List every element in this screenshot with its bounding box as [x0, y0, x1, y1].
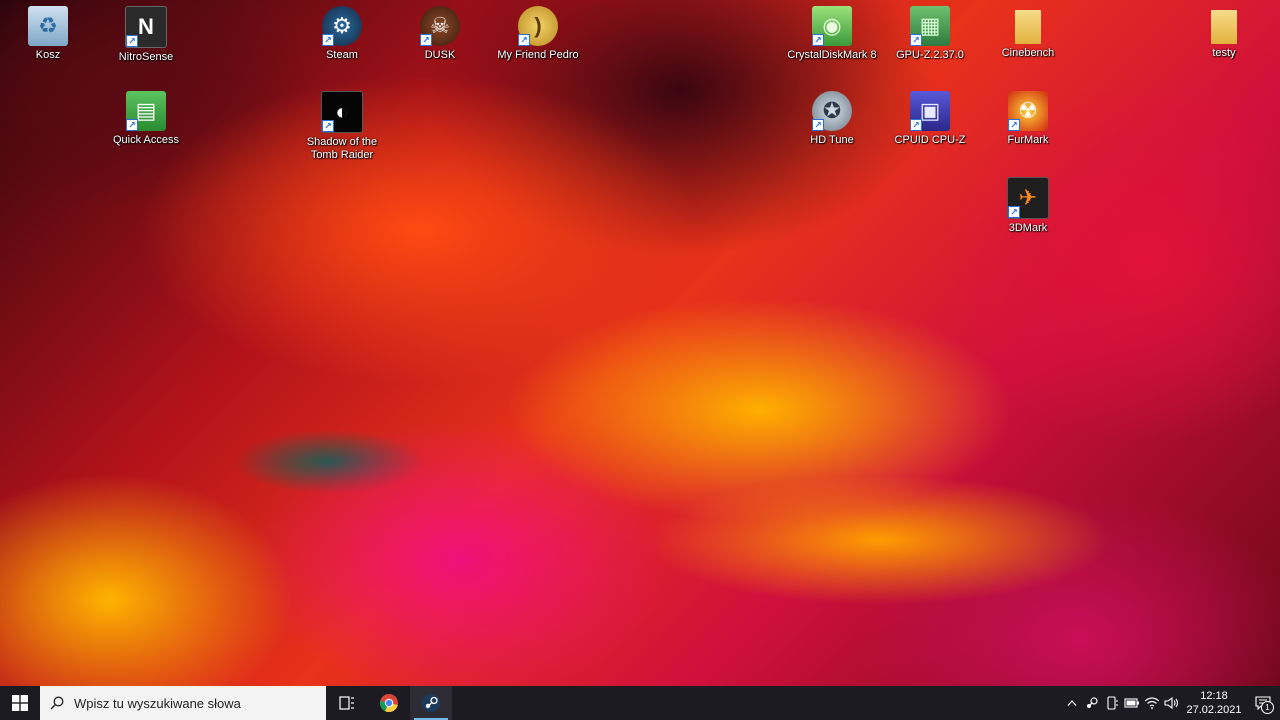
phone-device-icon	[1107, 696, 1118, 710]
desktop-icon-furmark[interactable]: ☢ ↗ FurMark	[980, 85, 1076, 169]
task-view-icon	[339, 696, 354, 710]
desktop-icon-label: Steam	[326, 49, 358, 61]
windows-logo-icon	[12, 695, 28, 711]
wifi-icon	[1144, 697, 1160, 709]
hd-tune-icon: ✪ ↗	[812, 91, 852, 131]
shortcut-arrow-icon: ↗	[1008, 119, 1020, 131]
desktop-icon-label: CrystalDiskMark 8	[787, 49, 877, 61]
desktop-icon-label: testy	[1212, 47, 1236, 59]
desktop-icon-label: 3DMark	[1008, 222, 1048, 234]
shortcut-arrow-icon: ↗	[812, 119, 824, 131]
shortcut-arrow-icon: ↗	[420, 34, 432, 46]
desktop-icon-label: NitroSense	[118, 51, 174, 63]
desktop-icon-steam[interactable]: ⚙ ↗ Steam	[294, 0, 390, 84]
dusk-icon: ☠ ↗	[420, 6, 460, 46]
desktop-icon-cinebench[interactable]: Cinebench	[980, 0, 1076, 84]
desktop-icon-crystaldiskmark[interactable]: ◉ ↗ CrystalDiskMark 8	[784, 0, 880, 84]
desktop-icon-nitrosense[interactable]: N ↗ NitroSense	[98, 0, 194, 84]
shortcut-arrow-icon: ↗	[322, 34, 334, 46]
desktop-icon-label: CPUID CPU-Z	[894, 134, 966, 146]
folder-icon	[1015, 10, 1041, 44]
folder-icon	[1211, 10, 1237, 44]
action-center-button[interactable]: 1	[1246, 686, 1280, 720]
shortcut-arrow-icon: ↗	[322, 120, 334, 132]
steam-icon	[422, 694, 440, 712]
desktop-icon-shadow-of-the-tomb-raider[interactable]: ◐ ↗ Shadow of the Tomb Raider	[294, 85, 390, 169]
tomb-raider-icon: ◐ ↗	[321, 91, 363, 133]
desktop-icon-label: FurMark	[1007, 134, 1049, 146]
desktop-icon-3dmark[interactable]: ✈ ↗ 3DMark	[980, 171, 1076, 255]
start-button[interactable]	[0, 686, 40, 720]
chrome-icon	[379, 694, 398, 713]
task-view-button[interactable]	[326, 686, 368, 720]
shortcut-arrow-icon: ↗	[910, 119, 922, 131]
shortcut-arrow-icon: ↗	[812, 34, 824, 46]
desktop-icon-hd-tune[interactable]: ✪ ↗ HD Tune	[784, 85, 880, 169]
shortcut-arrow-icon: ↗	[126, 35, 138, 47]
desktop-icon-label: Shadow of the Tomb Raider	[306, 136, 378, 161]
clock-date: 27.02.2021	[1186, 704, 1242, 716]
desktop-icon-recycle-bin[interactable]: ♻ Kosz	[0, 0, 96, 84]
taskbar-clock[interactable]: 12:18 27.02.2021	[1182, 686, 1246, 720]
tray-network-button[interactable]	[1142, 686, 1162, 720]
desktop-icon-testy[interactable]: testy	[1176, 0, 1272, 84]
nitrosense-icon: N ↗	[125, 6, 167, 48]
search-input[interactable]: Wpisz tu wyszukiwane słowa	[40, 686, 326, 720]
desktop-icon-label: Kosz	[35, 49, 61, 61]
recycle-bin-icon: ♻	[28, 6, 68, 46]
3dmark-icon: ✈ ↗	[1007, 177, 1049, 219]
show-hidden-icons-button[interactable]	[1062, 686, 1082, 720]
system-tray: 12:18 27.02.2021 1	[1062, 686, 1280, 720]
tray-steam-button[interactable]	[1082, 686, 1102, 720]
chevron-up-icon	[1067, 700, 1077, 706]
taskbar-steam-button[interactable]	[410, 686, 452, 720]
shortcut-arrow-icon: ↗	[126, 119, 138, 131]
notification-count-badge: 1	[1261, 701, 1274, 714]
gpu-card-icon: ▦ ↗	[910, 6, 950, 46]
quick-access-icon: ▤ ↗	[126, 91, 166, 131]
desktop-icon-label: HD Tune	[810, 134, 854, 146]
tray-device-button[interactable]	[1102, 686, 1122, 720]
desktop-icon-label: Quick Access	[112, 134, 180, 146]
shortcut-arrow-icon: ↗	[518, 34, 530, 46]
shortcut-arrow-icon: ↗	[1008, 206, 1020, 218]
taskbar-chrome-button[interactable]	[368, 686, 410, 720]
tray-battery-button[interactable]	[1122, 686, 1142, 720]
search-placeholder: Wpisz tu wyszukiwane słowa	[74, 695, 241, 711]
desktop-icon-cpu-z[interactable]: ▣ ↗ CPUID CPU-Z	[882, 85, 978, 169]
speaker-icon	[1164, 697, 1179, 709]
clock-time: 12:18	[1200, 690, 1228, 702]
desktop-icon-label: DUSK	[424, 49, 456, 61]
search-icon	[50, 696, 64, 710]
desktop-icon-label: GPU-Z.2.37.0	[896, 49, 964, 61]
steam-icon: ⚙ ↗	[322, 6, 362, 46]
desktop-icon-gpu-z[interactable]: ▦ ↗ GPU-Z.2.37.0	[882, 0, 978, 84]
furmark-icon: ☢ ↗	[1008, 91, 1048, 131]
crystaldiskmark-icon: ◉ ↗	[812, 6, 852, 46]
banana-icon: ) ↗	[518, 6, 558, 46]
shortcut-arrow-icon: ↗	[910, 34, 922, 46]
desktop-icon-my-friend-pedro[interactable]: ) ↗ My Friend Pedro	[490, 0, 586, 84]
desktop-icon-label: My Friend Pedro	[497, 49, 579, 61]
tray-volume-button[interactable]	[1162, 686, 1182, 720]
taskbar: Wpisz tu wyszukiwane słowa 12:18 27.02.2…	[0, 686, 1280, 720]
cpu-chip-icon: ▣ ↗	[910, 91, 950, 131]
desktop-icon-quick-access[interactable]: ▤ ↗ Quick Access	[98, 85, 194, 169]
steam-tray-icon	[1087, 697, 1098, 708]
desktop-icon-label: Cinebench	[1001, 47, 1055, 59]
battery-icon	[1124, 698, 1139, 708]
desktop-icon-dusk[interactable]: ☠ ↗ DUSK	[392, 0, 488, 84]
